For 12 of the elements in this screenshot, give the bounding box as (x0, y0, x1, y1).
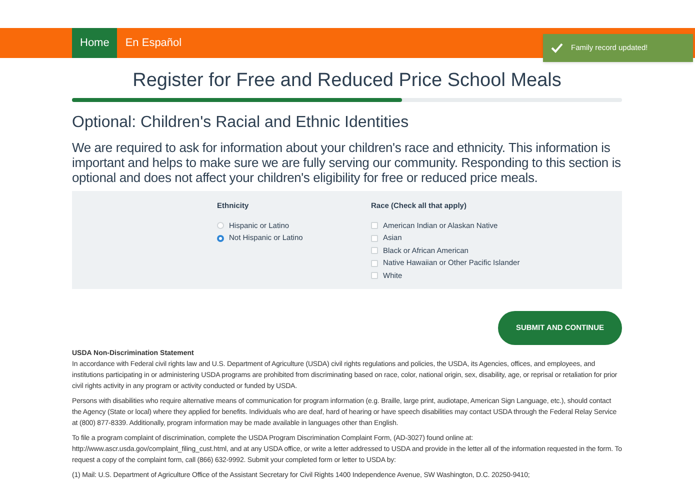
checkbox[interactable] (371, 260, 378, 266)
checkbox[interactable] (371, 272, 378, 279)
page-title: Register for Free and Reduced Price School Meals (132, 69, 562, 93)
radio-button[interactable] (217, 234, 224, 242)
checkbox[interactable] (371, 247, 378, 254)
checkbox[interactable] (371, 234, 378, 242)
intro-paragraph: We are required to ask for information about your children's race and ethnicity. This information is important and helps to make sure we are fully serving our community. Responding to this section is optional and does not affect your children's eligibility for free or reduced price meals. (72, 140, 622, 185)
check-icon (551, 43, 563, 53)
nav-link[interactable]: Home (72, 28, 118, 58)
checkbox[interactable] (371, 222, 378, 229)
radio-button[interactable] (217, 222, 224, 229)
section-heading: Optional: Children's Racial and Ethnic Identities (72, 113, 410, 133)
